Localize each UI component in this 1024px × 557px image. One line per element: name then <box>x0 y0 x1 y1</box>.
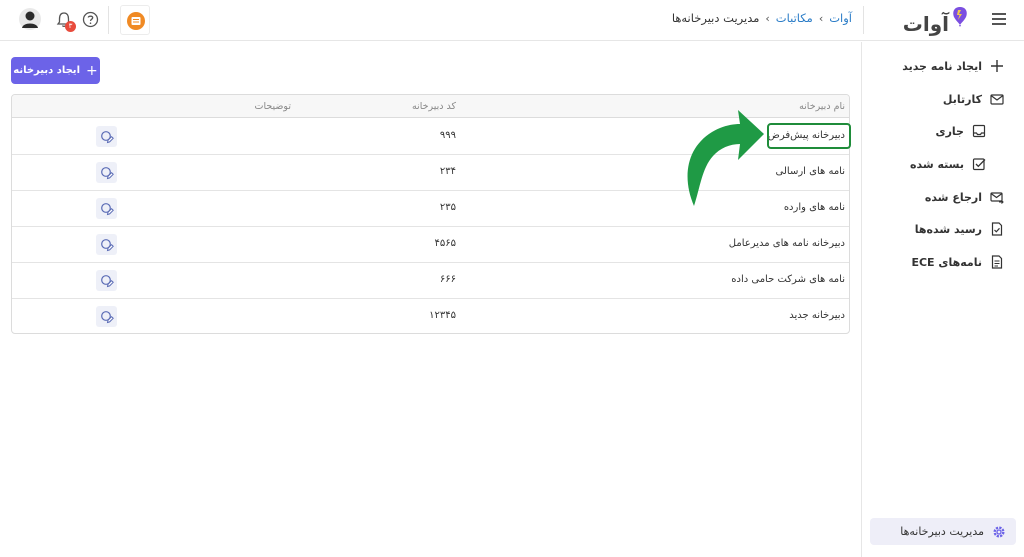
logo-balloon-icon <box>953 7 967 27</box>
sidebar-item-label: ایجاد نامه جدید <box>902 59 982 73</box>
sidebar-item-label: نامه‌های ECE <box>911 255 982 269</box>
plus-icon: + <box>86 62 98 79</box>
create-secretariat-button[interactable]: + ایجاد دبیرخانه <box>11 57 100 84</box>
secretariat-code: ۹۹۹ <box>439 130 456 141</box>
secretariat-code: ۱۲۳۴۵ <box>429 310 456 321</box>
edit-button[interactable] <box>96 306 117 327</box>
breadcrumb-correspondence[interactable]: مکاتبات <box>776 11 813 25</box>
hamburger-icon[interactable] <box>992 13 1006 25</box>
table-row[interactable]: دبیرخانه نامه های مدیرعامل ۴۵۶۵ <box>12 227 849 263</box>
secretariat-code: ۴۵۶۵ <box>434 238 456 249</box>
chevron-left-icon: › <box>818 11 824 25</box>
sidebar-item-current[interactable]: جاری <box>936 124 986 138</box>
secretariat-code: ۶۶۶ <box>439 274 456 285</box>
sidebar-item-label: مدیریت دبیرخانه‌ها <box>900 525 984 538</box>
edit-icon <box>100 166 114 179</box>
edit-icon <box>100 130 114 143</box>
edit-icon <box>100 310 114 323</box>
sidebar-item-cartable[interactable]: کارتابل <box>943 92 1004 106</box>
document-icon <box>991 255 1003 269</box>
plus-icon <box>991 60 1003 72</box>
sidebar-item-closed[interactable]: بسته شده <box>910 157 986 171</box>
sidebar-item-received[interactable]: رسید شده‌ها <box>915 222 1004 236</box>
edit-button[interactable] <box>96 270 117 291</box>
breadcrumb: آوات › مکاتبات › مدیریت دبیرخانه‌ها <box>672 11 852 25</box>
notification-badge: ۳ <box>65 21 76 32</box>
logo-text: آوات <box>902 12 949 36</box>
table-row[interactable]: دبیرخانه پیش‌فرض ۹۹۹ <box>12 119 849 155</box>
divider <box>863 6 864 34</box>
table-row[interactable]: نامه های شرکت حامی داده ۶۶۶ <box>12 263 849 299</box>
app-logo-icon <box>127 12 145 30</box>
secretariat-name: دبیرخانه پیش‌فرض <box>767 130 845 141</box>
column-header-description[interactable]: توضیحات <box>255 101 291 112</box>
divider <box>108 6 109 34</box>
sidebar-item-manage-secretariats[interactable]: مدیریت دبیرخانه‌ها <box>870 518 1016 545</box>
edit-icon <box>100 202 114 215</box>
column-header-name[interactable]: نام دبیرخانه <box>799 101 845 112</box>
secretariat-name: دبیرخانه نامه های مدیرعامل <box>728 238 845 249</box>
edit-icon <box>100 238 114 251</box>
logo[interactable]: آوات <box>903 6 969 36</box>
secretariat-code: ۲۳۴ <box>439 166 456 177</box>
breadcrumb-current: مدیریت دبیرخانه‌ها <box>671 11 760 25</box>
help-icon[interactable] <box>82 11 99 28</box>
table-row[interactable]: دبیرخانه جدید ۱۲۳۴۵ <box>12 299 849 333</box>
secretariat-code: ۲۳۵ <box>439 202 456 213</box>
sidebar-item-label: ارجاع شده <box>924 190 982 204</box>
chevron-left-icon: › <box>765 11 770 25</box>
sidebar: ایجاد نامه جدید کارتابل جاری بسته شده ار… <box>861 42 1024 557</box>
sidebar-item-label: کارتابل <box>942 92 982 106</box>
checkbox-icon <box>972 158 986 171</box>
sidebar-item-label: رسید شده‌ها <box>914 222 982 236</box>
receipt-check-icon <box>991 222 1003 236</box>
breadcrumb-home[interactable]: آوات <box>829 11 852 25</box>
envelope-icon <box>990 94 1004 105</box>
inbox-tray-icon <box>972 124 986 138</box>
app-icon[interactable] <box>120 5 150 35</box>
secretariat-name: نامه های شرکت حامی داده <box>731 274 845 285</box>
table-row[interactable]: نامه های ارسالی ۲۳۴ <box>12 155 849 191</box>
table-header: نام دبیرخانه کد دبیرخانه توضیحات <box>12 95 849 118</box>
gear-icon <box>993 525 1005 538</box>
edit-icon <box>100 274 114 287</box>
edit-button[interactable] <box>96 126 117 147</box>
avatar-icon[interactable] <box>19 8 41 30</box>
secretariat-name: نامه های وارده <box>783 202 845 213</box>
secretariat-name: نامه های ارسالی <box>775 166 845 177</box>
secretariats-table: نام دبیرخانه کد دبیرخانه توضیحات دبیرخان… <box>11 94 850 334</box>
sidebar-item-label: جاری <box>935 124 964 138</box>
sidebar-item-new-letter[interactable]: ایجاد نامه جدید <box>902 59 1004 73</box>
secretariat-name: دبیرخانه جدید <box>789 310 845 321</box>
table-row[interactable]: نامه های وارده ۲۳۵ <box>12 191 849 227</box>
sidebar-item-ece[interactable]: نامه‌های ECE <box>911 255 1004 269</box>
create-secretariat-label: ایجاد دبیرخانه <box>13 65 80 76</box>
edit-button[interactable] <box>96 198 117 219</box>
edit-button[interactable] <box>96 234 117 255</box>
sidebar-item-label: بسته شده <box>910 157 964 171</box>
edit-button[interactable] <box>96 162 117 183</box>
top-bar: آوات آوات › مکاتبات › مدیریت دبیرخانه‌ها… <box>0 0 1024 41</box>
sidebar-item-referred[interactable]: ارجاع شده <box>925 190 1004 204</box>
column-header-code[interactable]: کد دبیرخانه <box>412 101 456 112</box>
forward-mail-icon <box>990 192 1004 204</box>
